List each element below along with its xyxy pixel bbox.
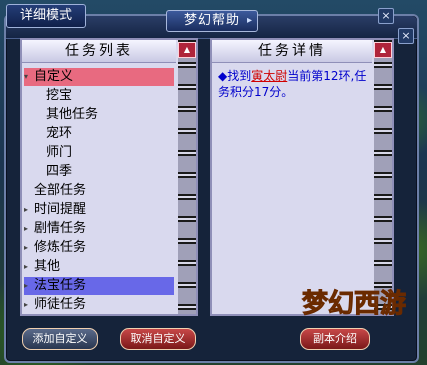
task-tree-item[interactable]: 宠环 bbox=[24, 125, 174, 143]
cancel-custom-button[interactable]: 取消自定义 bbox=[120, 328, 196, 350]
detail-prefix: 找到 bbox=[227, 69, 252, 83]
expand-arrow-icon[interactable]: ▸ bbox=[24, 258, 34, 276]
task-tree-item-label: 法宝任务 bbox=[34, 278, 87, 293]
expand-arrow-icon[interactable]: ▸ bbox=[24, 239, 34, 257]
task-tree-item[interactable]: ▸ 其他 bbox=[24, 258, 174, 276]
task-tree-item[interactable]: ▾ 自定义 bbox=[24, 68, 174, 86]
window-title-text: 梦幻帮助 bbox=[183, 13, 240, 28]
task-tree-item[interactable]: ▸ 法宝任务 bbox=[24, 277, 174, 295]
expand-arrow-icon[interactable]: ▸ bbox=[24, 296, 34, 314]
task-list-panel: 任务列表 ▲ ▾ 自定义 挖宝 其他任务 宠环 师门 四季 全部任务 ▸ 时间提醒 ▸ 剧情任务 ▸ 修炼… bbox=[20, 38, 198, 316]
task-list-scrollbar[interactable]: ▲ bbox=[178, 40, 196, 314]
npc-link[interactable]: 寅太尉 bbox=[251, 69, 287, 83]
detail-bullet: ◆ bbox=[218, 69, 228, 83]
task-tree-item[interactable]: 其他任务 bbox=[24, 106, 174, 124]
task-detail-header: 任务详情 bbox=[212, 40, 372, 63]
task-tree-item[interactable]: ▸ 时间提醒 bbox=[24, 201, 174, 219]
expand-arrow-icon[interactable]: ▸ bbox=[24, 201, 34, 219]
task-tree-item-label: 四季 bbox=[46, 164, 73, 179]
task-tree-item-label: 全部任务 bbox=[34, 183, 87, 198]
task-tree-item-label: 自定义 bbox=[34, 69, 74, 84]
task-tree-item[interactable]: ▸ 修炼任务 bbox=[24, 239, 174, 257]
task-tree-item-label: 挖宝 bbox=[46, 88, 73, 103]
task-tree-item[interactable]: 全部任务 bbox=[24, 182, 174, 200]
task-tree-item-label: 师门 bbox=[46, 145, 73, 160]
detail-mode-button[interactable]: 详细模式 bbox=[6, 4, 86, 28]
game-logo: 梦幻西游 bbox=[302, 289, 407, 320]
task-tree-item-label: 其他任务 bbox=[46, 107, 99, 122]
scroll-up-icon[interactable]: ▲ bbox=[374, 42, 392, 58]
expand-arrow-icon[interactable]: ▾ bbox=[24, 68, 34, 86]
window-title: 梦幻帮助 ▸ bbox=[166, 10, 258, 32]
task-tree-item-label: 其他 bbox=[34, 259, 61, 274]
task-tree-item[interactable]: ▸ 师徒任务 bbox=[24, 296, 174, 314]
logo-text: 梦幻西游 bbox=[302, 289, 406, 319]
task-tree-item[interactable]: 师门 bbox=[24, 144, 174, 162]
expand-arrow-icon[interactable]: ▸ bbox=[24, 220, 34, 238]
task-tree-item-label: 修炼任务 bbox=[34, 240, 87, 255]
instance-intro-button[interactable]: 副本介绍 bbox=[300, 328, 370, 350]
task-tree-item-label: 时间提醒 bbox=[34, 202, 87, 217]
expand-arrow-icon[interactable]: ▸ bbox=[24, 277, 34, 295]
task-tree-item[interactable]: 挖宝 bbox=[24, 87, 174, 105]
task-detail-text: ◆找到寅太尉当前第12环,任务积分17分。 bbox=[218, 68, 372, 100]
task-tree-item[interactable]: 四季 bbox=[24, 163, 174, 181]
task-tree-item-label: 宠环 bbox=[46, 126, 73, 141]
close-icon[interactable]: × bbox=[398, 28, 414, 44]
task-list-header: 任务列表 bbox=[22, 40, 176, 63]
add-custom-button[interactable]: 添加自定义 bbox=[22, 328, 98, 350]
scroll-up-icon[interactable]: ▲ bbox=[178, 42, 196, 58]
close-icon[interactable]: × bbox=[378, 8, 394, 24]
title-arrow-icon: ▸ bbox=[246, 15, 253, 26]
task-tree-item-label: 剧情任务 bbox=[34, 221, 87, 236]
task-tree-item-label: 师徒任务 bbox=[34, 297, 87, 312]
task-tree: ▾ 自定义 挖宝 其他任务 宠环 师门 四季 全部任务 ▸ 时间提醒 ▸ 剧情任务 ▸ 修炼任务 ▸ 其他 ▸ 法… bbox=[22, 68, 176, 312]
task-tree-item[interactable]: ▸ 剧情任务 bbox=[24, 220, 174, 238]
